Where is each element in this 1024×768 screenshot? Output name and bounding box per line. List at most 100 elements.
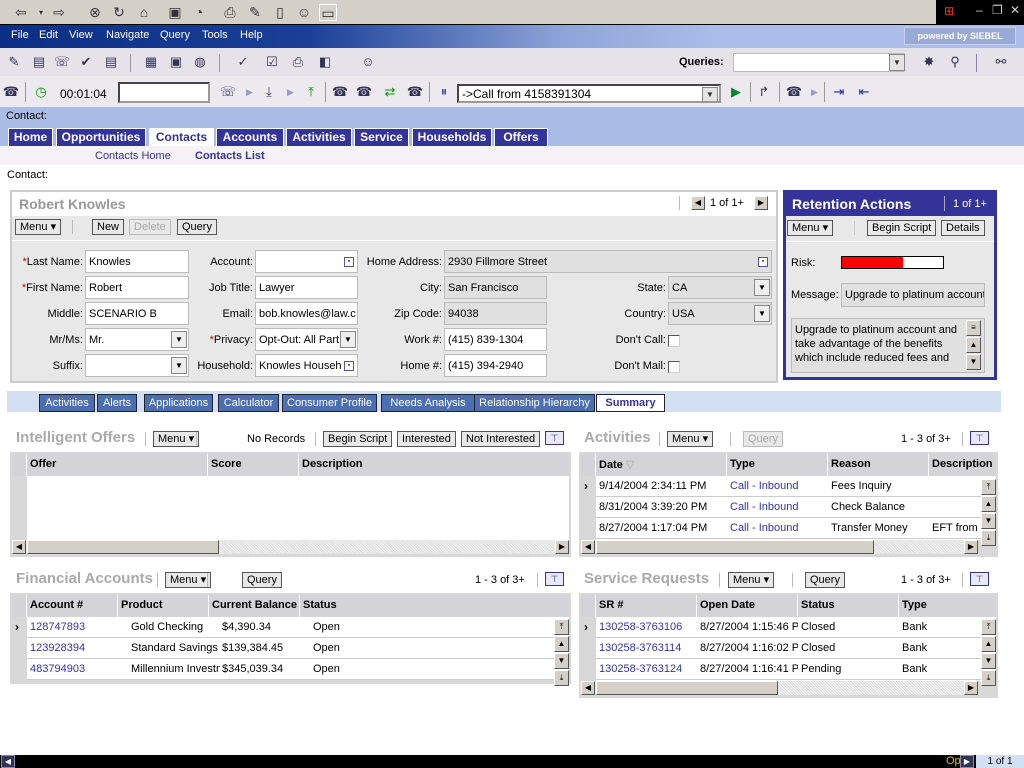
tab-home[interactable]: Home <box>8 128 53 146</box>
conference-icon[interactable]: ☎ <box>355 83 373 101</box>
menu-query[interactable]: Query <box>160 29 190 41</box>
new-button[interactable]: New <box>92 219 125 235</box>
chevron-down-icon[interactable]: ▼ <box>702 87 718 101</box>
message-scroll[interactable]: ≡ ▲ ▼ <box>966 320 981 371</box>
column-header[interactable]: Offer <box>30 458 56 470</box>
financial-menu-button[interactable]: Menu ▾ <box>165 572 212 588</box>
home-address-field[interactable]: 2930 Fillmore Street ▪ <box>444 250 772 273</box>
column-header[interactable]: Type <box>730 458 755 470</box>
next-record-icon[interactable]: ▶ <box>754 196 768 210</box>
subtab-calculator[interactable]: Calculator <box>218 394 279 412</box>
not-interested-button[interactable]: Not Interested <box>461 431 541 447</box>
chevron-down-icon[interactable]: ▼ <box>754 279 770 296</box>
call-select[interactable]: ->Call from 4158391304 ▼ <box>457 84 721 103</box>
edit-icon[interactable]: ✎ <box>246 4 264 21</box>
retention-menu-button[interactable]: Menu ▾ <box>787 220 834 236</box>
subtab-relationship-hierarchy[interactable]: Relationship Hierarchy <box>474 394 595 412</box>
comm-input[interactable] <box>118 82 210 103</box>
accept-icon[interactable]: ⤓ <box>260 83 278 101</box>
vertical-scroll-buttons[interactable]: ⤒ ▲ ▼ ⤓ <box>554 619 569 686</box>
table-row[interactable]: 123928394 Standard Savings $139,384.45 Open <box>27 638 569 659</box>
city-field[interactable]: San Francisco <box>444 276 547 299</box>
menu-view[interactable]: View <box>69 29 93 41</box>
interested-button[interactable]: Interested <box>397 431 456 447</box>
service-menu-button[interactable]: Menu ▾ <box>728 572 775 588</box>
vertical-scroll-buttons[interactable]: ⤒ ▲ ▼ ⤓ <box>981 619 996 686</box>
horizontal-scrollbar[interactable]: ◀ ▶ <box>581 540 978 554</box>
table-row[interactable]: 130258-3763124 8/27/2004 1:16:41 P Pending… <box>596 659 996 680</box>
column-header[interactable]: Score <box>211 458 242 470</box>
state-select[interactable]: CA ▼ <box>668 276 772 299</box>
queries-select[interactable] <box>733 53 905 72</box>
financial-query-button[interactable]: Query <box>242 572 282 588</box>
column-header[interactable]: Product <box>121 599 163 611</box>
subtab-activities[interactable]: Activities <box>39 394 95 412</box>
user-check-icon[interactable]: ✔ <box>77 53 95 71</box>
phone-icon[interactable]: ☎ <box>2 83 20 101</box>
column-header[interactable]: Current Balance <box>212 599 297 611</box>
link-contacts-home[interactable]: Contacts Home <box>95 150 171 162</box>
vertical-scroll-buttons[interactable]: ⤒ ▲ ▼ ⤓ <box>981 479 996 546</box>
document-icon[interactable]: ▯ <box>271 4 289 21</box>
zip-field[interactable]: 94038 <box>444 302 547 325</box>
chevron-down-icon[interactable]: ▼ <box>754 305 770 322</box>
new-record-icon[interactable]: ✎ <box>5 53 23 71</box>
begin-script-button[interactable]: Begin Script <box>867 220 937 236</box>
folder-icon[interactable]: ▣ <box>166 4 184 21</box>
column-header[interactable]: Status <box>801 599 835 611</box>
refresh-icon[interactable]: ↻ <box>110 4 128 21</box>
fax-icon[interactable]: ⎙ <box>289 53 307 71</box>
column-header[interactable]: Account # <box>30 599 83 611</box>
hangup-icon[interactable]: ☎ <box>785 83 803 101</box>
work-phone-field[interactable]: (415) 839-1304 <box>444 328 547 351</box>
table-row[interactable]: 8/31/2004 3:39:20 PM Call - Inbound Check … <box>596 497 996 518</box>
export-icon[interactable]: ▦ <box>142 53 160 71</box>
expand-icon[interactable]: ⊤ <box>545 572 564 586</box>
tab-accounts[interactable]: Accounts <box>216 128 284 146</box>
user-icon[interactable]: ☺ <box>295 4 313 21</box>
query-button[interactable]: Query <box>177 219 217 235</box>
stop-icon[interactable]: ⊗ <box>86 4 104 21</box>
table-row[interactable]: 8/27/2004 1:17:04 PM Call - Inbound Transf… <box>596 518 996 539</box>
scroll-left-icon[interactable]: ◀ <box>1 755 15 768</box>
restore-icon[interactable]: ❐ <box>992 3 1003 17</box>
history-icon[interactable]: ◔ <box>190 4 208 21</box>
transfer-icon[interactable]: ☎ <box>331 83 349 101</box>
tab-households[interactable]: Households <box>412 128 492 146</box>
service-query-button[interactable]: Query <box>805 572 845 588</box>
offers-menu-button[interactable]: Menu ▾ <box>153 431 200 447</box>
pause-icon[interactable]: ⏸ <box>435 83 453 101</box>
copy-icon[interactable]: ▣ <box>167 53 185 71</box>
tab-service[interactable]: Service <box>354 128 409 146</box>
logout-icon[interactable]: ⇤ <box>855 83 873 101</box>
home-phone-field[interactable]: (415) 394-2940 <box>444 354 547 377</box>
tab-activities[interactable]: Activities <box>286 128 352 146</box>
horizontal-scrollbar[interactable]: ◀ ▶ <box>12 540 569 554</box>
initiate-work-icon[interactable]: ☏ <box>219 83 237 101</box>
window-icon[interactable]: ▭ <box>319 4 337 21</box>
column-header[interactable]: Type <box>902 599 927 611</box>
table-row[interactable]: › 130258-3763106 8/27/2004 1:15:46 P Close… <box>584 617 996 638</box>
expand-icon[interactable]: ⊤ <box>970 431 989 445</box>
subtab-alerts[interactable]: Alerts <box>97 394 137 412</box>
table-row[interactable]: › 128747893 Gold Checking $4,390.34 Open <box>15 617 569 638</box>
offers-begin-script-button[interactable]: Begin Script <box>323 431 393 447</box>
link-contacts-list[interactable]: Contacts List <box>195 150 265 162</box>
globe-icon[interactable]: ◍ <box>191 53 209 71</box>
dont-mail-checkbox[interactable] <box>668 361 680 373</box>
column-header[interactable]: Status <box>303 599 337 611</box>
column-header[interactable]: SR # <box>599 599 623 611</box>
activities-menu-button[interactable]: Menu ▾ <box>667 431 714 447</box>
table-row[interactable]: 483794903Millennium Investmer$345,039.34… <box>27 659 569 680</box>
minimize-icon[interactable]: – <box>976 3 983 17</box>
dont-call-checkbox[interactable] <box>668 335 680 347</box>
country-select[interactable]: USA ▼ <box>668 302 772 325</box>
release-icon[interactable]: ⤒ <box>302 83 320 101</box>
horizontal-scrollbar[interactable]: ◀ ▶ <box>581 681 978 695</box>
column-header[interactable]: Description <box>302 458 363 470</box>
subtab-summary[interactable]: Summary <box>596 394 665 412</box>
activities-query-button[interactable]: Query <box>743 431 783 447</box>
subtab-applications[interactable]: Applications <box>144 394 213 412</box>
pick-icon[interactable]: ▪ <box>758 257 768 267</box>
phone-transfer-icon[interactable]: ☏ <box>53 53 71 71</box>
